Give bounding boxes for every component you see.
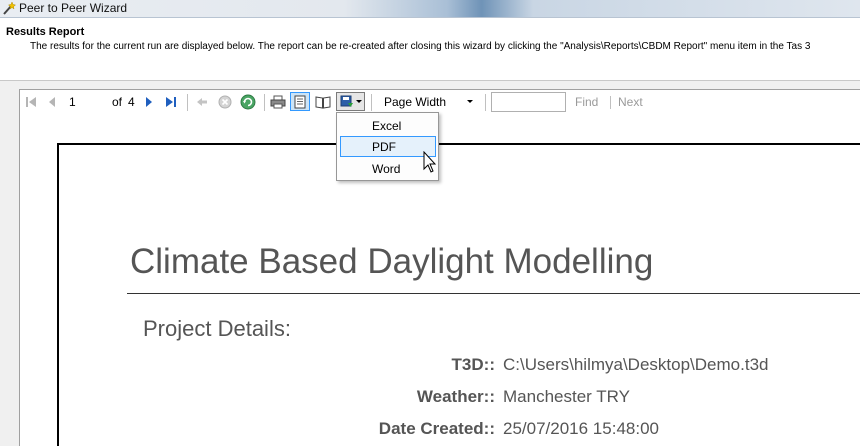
page-layout-icon xyxy=(294,95,306,108)
detail-value-t3d: C:\Users\hilmya\Desktop\Demo.t3d xyxy=(503,355,769,374)
page-description: The results for the current run are disp… xyxy=(30,41,811,52)
menu-item-word[interactable]: Word xyxy=(340,158,436,179)
report-toolbar: of 4 xyxy=(20,90,860,114)
window-title-bar: Peer to Peer Wizard xyxy=(0,0,860,18)
find-next-link[interactable]: Next xyxy=(618,95,643,109)
menu-item-excel[interactable]: Excel xyxy=(340,115,436,136)
report-title: Climate Based Daylight Modelling xyxy=(130,242,654,281)
zoom-select[interactable]: Page Width xyxy=(379,93,479,112)
refresh-button[interactable] xyxy=(239,94,257,110)
detail-value-date-created: 25/07/2016 15:48:00 xyxy=(503,419,659,438)
dropdown-caret-icon xyxy=(467,100,473,103)
find-link[interactable]: Find xyxy=(575,95,598,109)
zoom-value: Page Width xyxy=(384,95,447,109)
next-page-icon xyxy=(146,97,152,107)
detail-label-weather: Weather:: xyxy=(416,387,495,406)
toolbar-separator xyxy=(187,94,188,111)
last-page-icon xyxy=(166,97,176,107)
chevron-down-icon xyxy=(355,99,362,103)
of-label: of xyxy=(112,95,123,109)
back-button[interactable] xyxy=(194,94,210,110)
page-setup-button[interactable] xyxy=(314,94,332,110)
current-page-input[interactable] xyxy=(66,93,108,111)
find-input[interactable] xyxy=(491,92,566,112)
menu-item-pdf[interactable]: PDF xyxy=(340,136,436,157)
first-page-button[interactable] xyxy=(24,94,38,110)
previous-page-button[interactable] xyxy=(45,94,59,110)
wizard-header: Results Report The results for the curre… xyxy=(0,19,860,80)
next-page-button[interactable] xyxy=(142,94,156,110)
detail-label-t3d: T3D:: xyxy=(451,355,495,374)
title-underline xyxy=(127,293,860,294)
refresh-icon xyxy=(240,94,256,110)
print-button[interactable] xyxy=(269,94,287,110)
printer-icon xyxy=(270,95,286,109)
toolbar-separator xyxy=(485,94,486,111)
print-layout-button[interactable] xyxy=(290,92,310,111)
total-pages: 4 xyxy=(128,95,135,109)
toolbar-separator xyxy=(264,94,265,111)
stop-icon xyxy=(218,95,232,109)
detail-value-weather: Manchester TRY xyxy=(503,387,630,406)
mouse-cursor-icon xyxy=(423,151,437,173)
last-page-button[interactable] xyxy=(164,94,178,110)
book-icon xyxy=(315,96,331,109)
export-button[interactable] xyxy=(336,92,365,111)
page-title: Results Report xyxy=(6,26,85,38)
stop-button[interactable] xyxy=(217,94,233,110)
section-title: Project Details: xyxy=(143,316,291,341)
first-page-icon xyxy=(26,97,36,107)
wand-icon xyxy=(3,1,16,15)
toolbar-separator xyxy=(371,94,372,111)
save-disk-icon xyxy=(340,95,353,107)
detail-label-date-created: Date Created:: xyxy=(378,419,495,438)
previous-page-icon xyxy=(49,97,55,107)
back-arrow-icon xyxy=(197,98,207,106)
toolbar-separator xyxy=(610,96,611,109)
window-title: Peer to Peer Wizard xyxy=(19,1,128,15)
